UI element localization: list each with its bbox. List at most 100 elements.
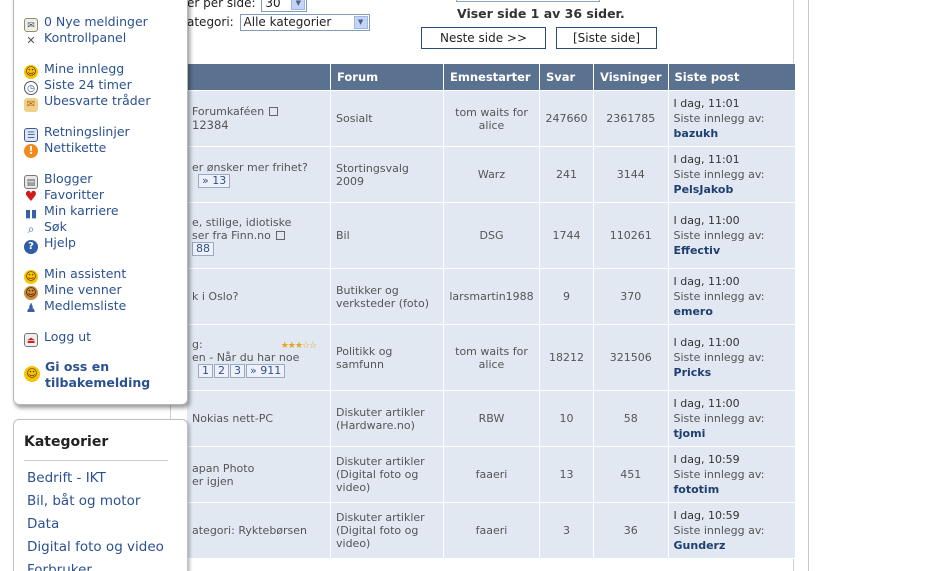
last-post-cell: I dag, 11:00 Siste innlegg av: tjomi: [667, 390, 796, 447]
last-post-author[interactable]: Gunderz: [674, 538, 790, 553]
last-post-header[interactable]: Siste post: [667, 63, 796, 91]
last-post-author[interactable]: tjomi: [674, 426, 790, 441]
category-link[interactable]: Forbruker: [27, 562, 92, 571]
table-row: ategori: Ryktebørsen Diskuter artikler (…: [186, 502, 796, 559]
menu-item-members[interactable]: ♟ Medlemsliste: [24, 298, 127, 315]
topic-cell: k i Oslo?: [186, 268, 331, 325]
last-post-time: I dag, 11:00: [673, 336, 740, 349]
starter-link[interactable]: RBW: [443, 390, 540, 447]
topic-link[interactable]: g:: [192, 338, 203, 351]
topic-link[interactable]: Nokias nett-PC: [192, 412, 273, 425]
menu-item-logout[interactable]: ⏏ Logg ut: [24, 329, 91, 347]
last-page-button[interactable]: [Siste side]: [556, 27, 657, 49]
page-link[interactable]: » 911: [246, 363, 286, 378]
menu-item-label: Medlemsliste: [44, 298, 127, 313]
multipage-icon: [269, 107, 279, 116]
starter-header[interactable]: Emnestarter: [443, 63, 540, 91]
page-link[interactable]: 1: [198, 363, 213, 378]
replies-link[interactable]: 241: [539, 146, 594, 203]
wrench-icon: ✕: [26, 34, 36, 47]
chevron-down-icon: ▼: [353, 16, 368, 29]
page-link[interactable]: 3: [230, 363, 245, 378]
topic-link-cont[interactable]: er igjen: [192, 475, 234, 488]
table-row: k i Oslo? Butikker og verksteder (foto) …: [186, 268, 796, 325]
forum-cell: Butikker og verksteder (foto): [330, 268, 444, 325]
last-post-cell: I dag, 10:59 Siste innlegg av: Gunderz: [667, 502, 796, 559]
last-post-author[interactable]: fototim: [674, 482, 790, 497]
replies-link[interactable]: 13: [539, 446, 594, 503]
logout-icon: ⏏: [24, 333, 38, 347]
last-post-author[interactable]: bazukh: [674, 126, 790, 141]
topic-link[interactable]: apan Photo: [192, 462, 254, 475]
menu-item-search[interactable]: ⌕ Søk: [24, 219, 67, 236]
menu-item-label: Søk: [44, 219, 67, 234]
menu-item-help[interactable]: ? Hjelp: [24, 235, 76, 254]
forum-cell: Diskuter artikler (Hardware.no): [330, 390, 444, 447]
topic-link[interactable]: e, stilige, idiotiske: [192, 216, 291, 229]
last-post-author[interactable]: Effectiv: [674, 243, 790, 258]
topic-link[interactable]: er ønsker mer frihet?: [192, 161, 308, 174]
topic-cell: e, stilige, idiotiske ser fra Finn.no 88: [186, 202, 331, 269]
replies-link[interactable]: 247660: [539, 90, 594, 147]
replies-link[interactable]: 1744: [539, 202, 594, 269]
menu-item-netiquette[interactable]: ! Nettikette: [24, 140, 106, 158]
topic-link[interactable]: k i Oslo?: [192, 290, 238, 303]
starter-link[interactable]: larsmartin1988: [443, 268, 540, 325]
topic-link[interactable]: Forumkaféen: [192, 105, 264, 118]
chevron-down-icon: ▼: [291, 0, 306, 10]
topic-pages[interactable]: 12384: [192, 118, 229, 132]
last-post-prefix: Siste innlegg av:: [673, 229, 765, 242]
replies-link[interactable]: 18212: [539, 324, 594, 391]
category-link[interactable]: Bedrift - IKT: [27, 470, 106, 486]
menu-item-label: Hjelp: [44, 235, 76, 250]
views-cell: 36: [593, 502, 669, 559]
topic-link-cont[interactable]: ser fra Finn.no: [192, 229, 271, 242]
last-post-time: I dag, 11:01: [673, 97, 740, 110]
category-link[interactable]: Bil, båt og motor: [27, 493, 140, 509]
last-post-author[interactable]: Pricks: [674, 365, 790, 380]
menu-item-feedback[interactable]: ☺ Gi oss en tilbakemelding: [24, 359, 174, 391]
table-row: apan Photo er igjen Diskuter artikler (Di…: [186, 446, 796, 503]
topic-link-cont[interactable]: en - Når du har noe: [192, 351, 299, 364]
starter-link[interactable]: Warz: [443, 146, 540, 203]
topic-link[interactable]: ategori: Ryktebørsen: [192, 524, 307, 537]
next-page-button[interactable]: Neste side >>: [421, 27, 546, 49]
forum-cell: Politikk og samfunn: [330, 324, 444, 391]
views-header[interactable]: Visninger: [593, 63, 669, 91]
category-select[interactable]: Alle kategorier ▼: [239, 14, 370, 31]
starter-link[interactable]: tom waits for alice: [443, 90, 540, 147]
category-label: ategori:: [187, 15, 234, 29]
menu-item-favorites[interactable]: ♥ Favoritter: [24, 187, 104, 204]
page-link[interactable]: » 13: [198, 174, 231, 188]
forum-header[interactable]: Forum: [330, 63, 444, 91]
starter-link[interactable]: faaeri: [443, 502, 540, 559]
page-link[interactable]: 88: [192, 241, 214, 256]
starter-link[interactable]: tom waits for alice: [443, 324, 540, 391]
last-post-prefix: Siste innlegg av:: [673, 412, 765, 425]
views-cell: 370: [593, 268, 669, 325]
table-row: e, stilige, idiotiske ser fra Finn.no 88 B…: [186, 202, 796, 269]
last-post-author[interactable]: PelsJakob: [674, 182, 790, 197]
categories-box: Kategorier Bedrift - IKT Bil, båt og mot…: [13, 419, 188, 571]
last-post-prefix: Siste innlegg av:: [673, 524, 765, 537]
right-border-line: [808, 0, 809, 571]
last-post-time: I dag, 11:00: [673, 214, 740, 227]
replies-header[interactable]: Svar: [539, 63, 594, 91]
last-post-time: I dag, 11:00: [673, 397, 740, 410]
per-page-select[interactable]: 30 ▼: [261, 0, 308, 12]
starter-link[interactable]: DSG: [443, 202, 540, 269]
replies-link[interactable]: 10: [539, 390, 594, 447]
menu-item-unanswered[interactable]: ✉ Ubesvarte tråder: [24, 93, 151, 112]
replies-link[interactable]: 3: [539, 502, 594, 559]
feedback-smiley-icon: ☺: [24, 366, 40, 382]
last-post-cell: I dag, 11:00 Siste innlegg av: Pricks: [667, 324, 796, 391]
starter-link[interactable]: faaeri: [443, 446, 540, 503]
replies-link[interactable]: 9: [539, 268, 594, 325]
help-icon: ?: [24, 240, 38, 254]
last-post-author[interactable]: emero: [674, 304, 790, 319]
topic-header[interactable]: [186, 63, 331, 91]
category-link[interactable]: Digital foto og video: [27, 539, 164, 555]
menu-item-control-panel[interactable]: ✕ Kontrollpanel: [24, 30, 126, 48]
category-link[interactable]: Data: [27, 516, 59, 532]
page-link[interactable]: 2: [214, 363, 229, 378]
